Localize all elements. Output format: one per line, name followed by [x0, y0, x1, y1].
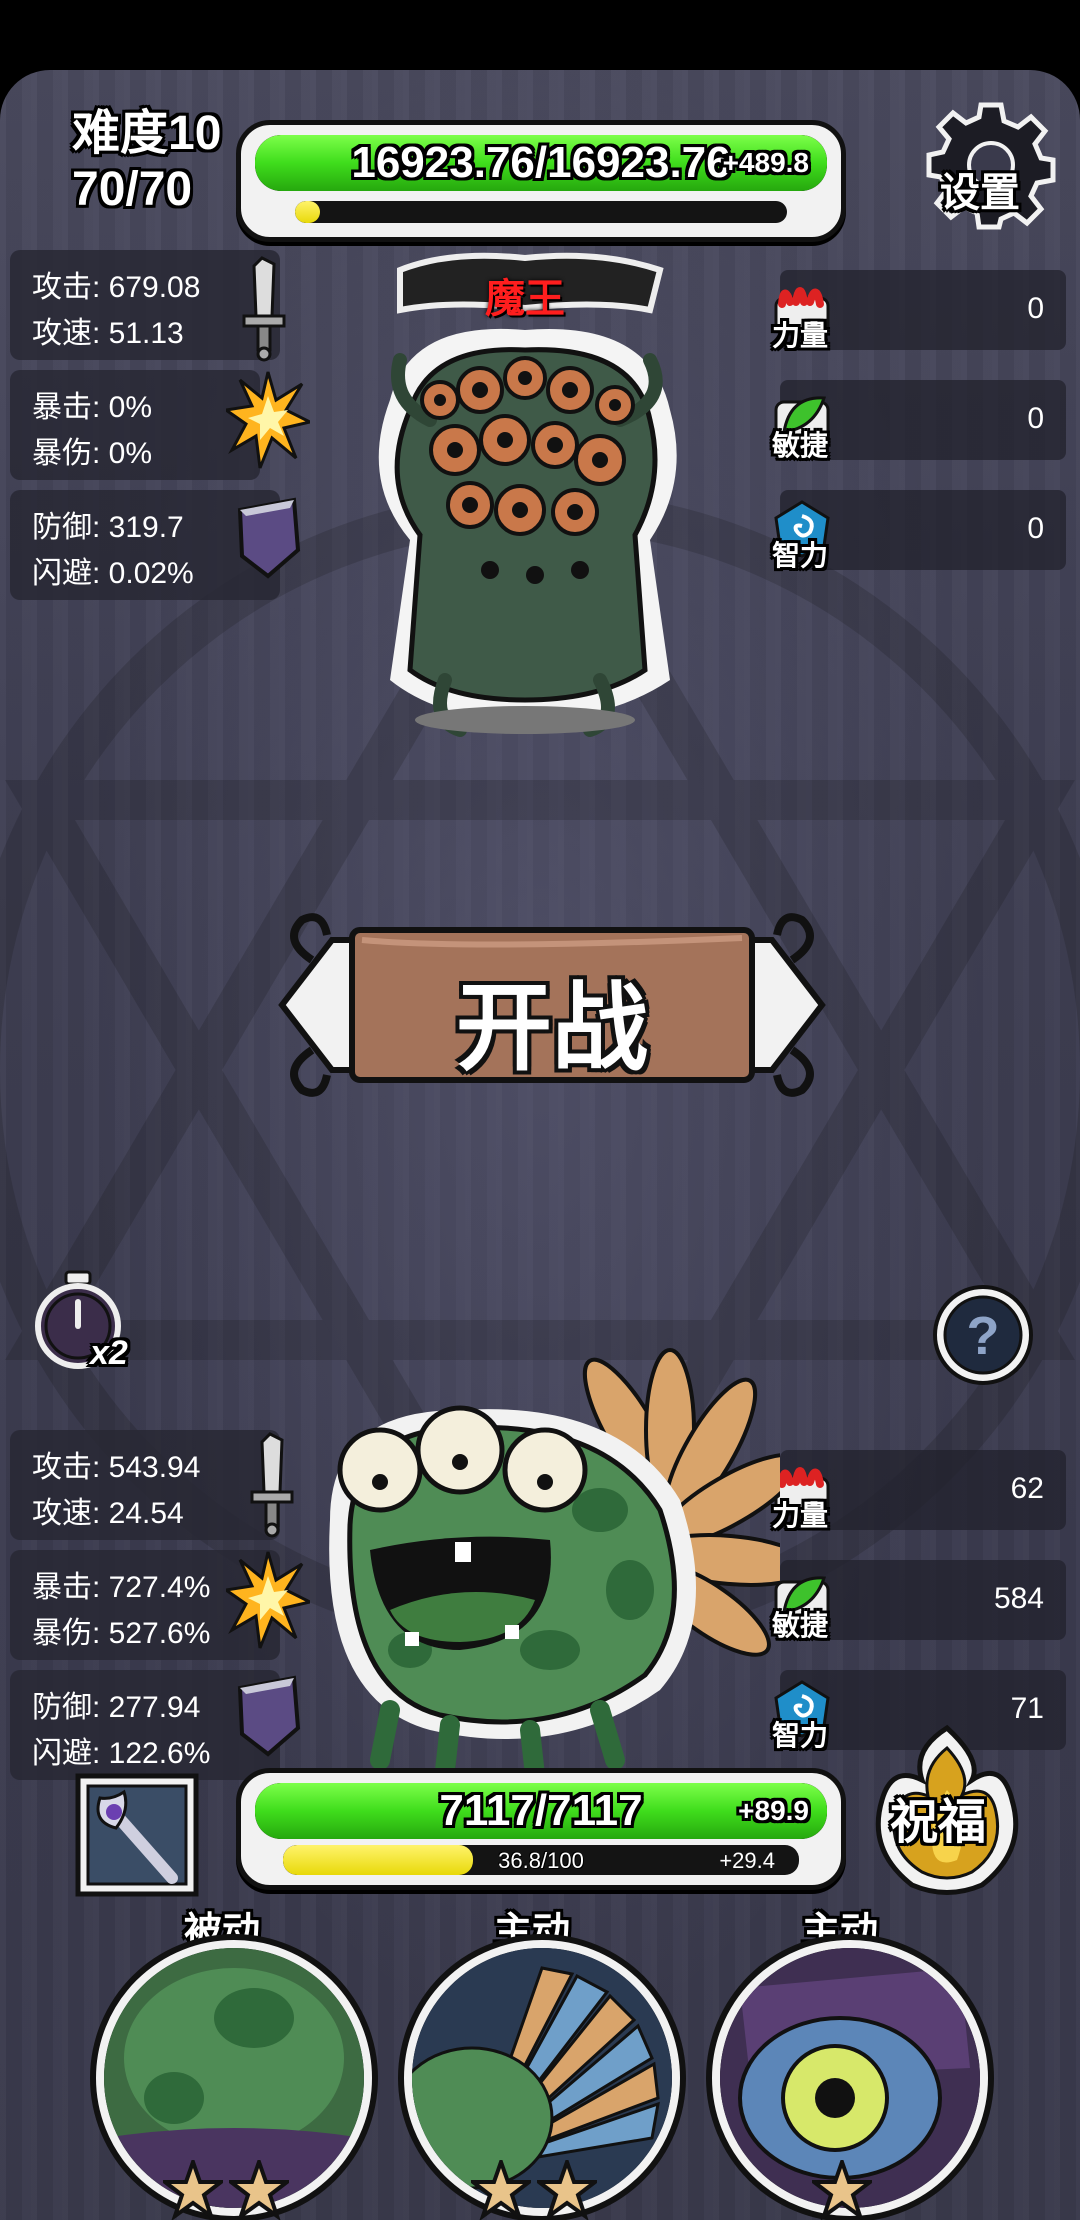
- enemy-dodge: 闪避: 0.02%: [32, 557, 194, 590]
- player-attack: 攻击: 543.94: [32, 1451, 201, 1484]
- boss-creature-image: [378, 252, 677, 737]
- difficulty-label: 难度10: [72, 107, 222, 160]
- svg-text:?: ?: [967, 1306, 1000, 1366]
- enemy-portrait: 魔王: [350, 250, 700, 770]
- player-attack-speed: 攻速: 24.54: [32, 1497, 184, 1530]
- help-button[interactable]: ?: [928, 1280, 1038, 1390]
- speed-toggle-button[interactable]: x2: [28, 1270, 148, 1380]
- player-defense: 防御: 277.94: [32, 1691, 201, 1724]
- star-icon: [471, 2160, 531, 2220]
- enemy-xp-track: [295, 201, 787, 223]
- enemy-name: 魔王: [485, 277, 565, 321]
- player-health-bar: 7117/7117 +89.9 36.8/100 +29.4: [236, 1768, 846, 1890]
- player-crit: 暴击: 727.4%: [32, 1571, 211, 1604]
- star-icon: [229, 2160, 289, 2220]
- enemy-xp-fill: [295, 201, 320, 223]
- settings-label: 设置: [940, 171, 1020, 215]
- player-hp-regen: +89.9: [738, 1795, 809, 1826]
- shield-icon: [237, 497, 301, 579]
- player-agility-value: 584: [993, 1582, 1044, 1615]
- question-mark-icon: ?: [933, 1285, 1033, 1385]
- difficulty-display: 难度10 70/70: [72, 106, 221, 218]
- player-xp-track: 36.8/100 +29.4: [283, 1845, 799, 1875]
- player-strength-value: 62: [1010, 1472, 1044, 1505]
- enemy-crit-damage: 暴伤: 0%: [32, 437, 153, 470]
- enemy-attack-speed: 攻速: 51.13: [32, 317, 184, 350]
- enemy-health-bar: 16923.76/16923.76 +489.8: [236, 120, 846, 242]
- difficulty-progress: 70/70: [72, 163, 193, 216]
- enemy-agility-value: 0: [1027, 402, 1044, 435]
- player-crit-damage: 暴伤: 527.6%: [32, 1617, 211, 1650]
- enemy-agility-label: 敏捷: [772, 430, 829, 461]
- weapon-slot-button[interactable]: [72, 1770, 202, 1900]
- enemy-attack: 攻击: 679.08: [32, 271, 201, 304]
- enemy-crit-card: 暴击: 0% 暴伤: 0%: [10, 370, 260, 480]
- player-xp-regen: +29.4: [719, 1848, 775, 1873]
- sword-icon: [250, 1432, 294, 1538]
- explosion-icon: [226, 371, 310, 469]
- game-screen: 难度10 70/70 16923.76/16923.76 +489.8 设置 攻…: [0, 70, 1080, 2220]
- enemy-crit: 暴击: 0%: [32, 391, 153, 424]
- player-hp-track: 7117/7117 +89.9: [255, 1783, 827, 1839]
- staff-weapon-icon: [75, 1773, 199, 1897]
- enemy-strength-value: 0: [1027, 292, 1044, 325]
- player-portrait: [300, 1320, 812, 1800]
- explosion-icon: [226, 1551, 310, 1649]
- star-icon: [163, 2160, 223, 2220]
- star-icon: [537, 2160, 597, 2220]
- start-battle-button[interactable]: 开战: [272, 900, 832, 1110]
- blessing-label: 祝福: [890, 1796, 987, 1849]
- start-battle-label: 开战: [456, 975, 648, 1082]
- frog-creature-image: [329, 1348, 812, 1785]
- enemy-defense: 防御: 319.7: [32, 511, 184, 544]
- sword-icon: [242, 256, 286, 362]
- speed-multiplier: x2: [90, 1334, 128, 1372]
- shield-icon: [237, 1675, 301, 1757]
- player-agility-label: 敏捷: [772, 1610, 829, 1641]
- skill-stars: [0, 2160, 1080, 2220]
- player-intellect-label: 智力: [772, 1720, 829, 1751]
- star-icon: [812, 2160, 872, 2220]
- enemy-intellect-label: 智力: [772, 540, 829, 571]
- enemy-intellect-value: 0: [1027, 512, 1044, 545]
- player-strength-label: 力量: [772, 1500, 829, 1531]
- player-dodge: 闪避: 122.6%: [32, 1737, 211, 1770]
- enemy-hp-track: 16923.76/16923.76 +489.8: [255, 135, 827, 191]
- enemy-hp-regen: +489.8: [722, 147, 809, 178]
- enemy-strength-label: 力量: [772, 320, 829, 351]
- blessing-button[interactable]: 祝福: [862, 1720, 1032, 1900]
